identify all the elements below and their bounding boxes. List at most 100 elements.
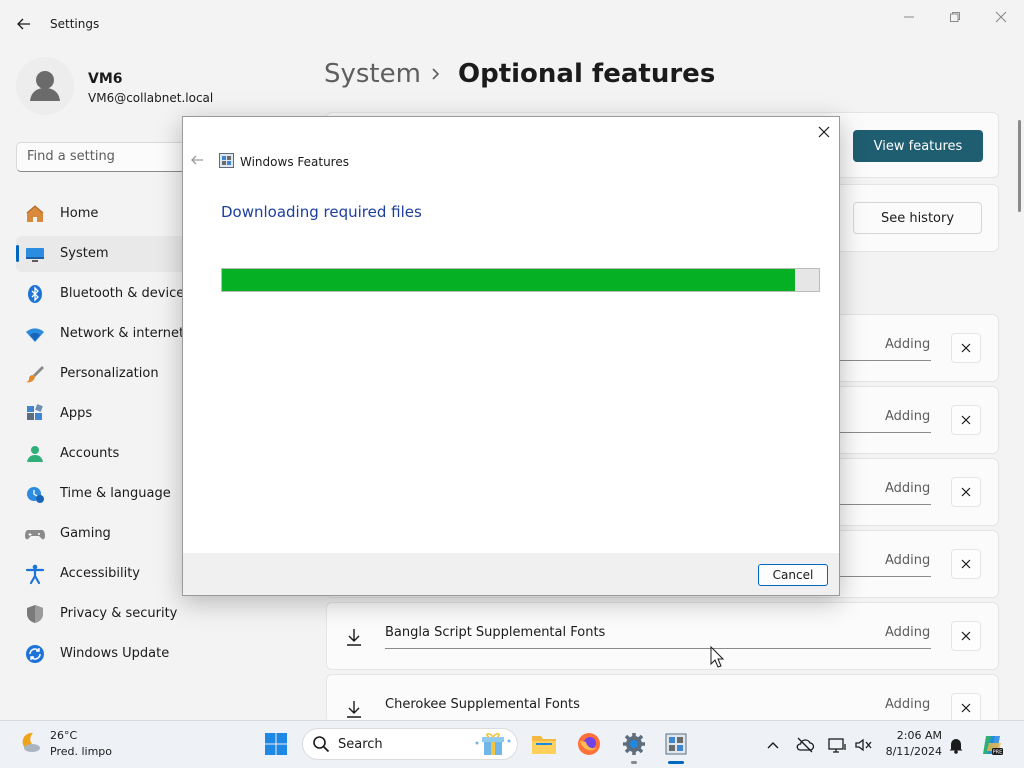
download-icon (347, 629, 361, 646)
restore-icon (950, 12, 960, 22)
brush-icon (26, 366, 44, 383)
close-icon (961, 703, 971, 713)
sidebar-label-time-language: Time & language (60, 486, 171, 501)
volume-muted-icon[interactable] (853, 735, 873, 755)
row-status: Adding (885, 697, 931, 712)
user-icon (30, 71, 60, 101)
row-feature-name: Bangla Script Supplemental Fonts (385, 625, 606, 640)
avatar (16, 57, 74, 115)
folder-icon (532, 736, 556, 754)
row-status: Adding (885, 409, 931, 424)
sidebar-label-windows-update: Windows Update (60, 646, 170, 661)
close-icon (995, 11, 1007, 23)
copilot-icon[interactable]: PRE (980, 733, 1004, 757)
dialog-footer (183, 553, 839, 595)
start-button[interactable] (262, 730, 290, 758)
row-progress-line (838, 432, 931, 433)
gift-icon (475, 733, 511, 755)
weather-moon-icon[interactable] (17, 729, 43, 755)
gear-icon (623, 733, 645, 755)
scrollbar-thumb[interactable] (1018, 120, 1021, 212)
clock-date[interactable]: 8/11/2024 (884, 745, 942, 758)
user-email: VM6@collabnet.local (88, 91, 214, 105)
bell-icon[interactable] (946, 735, 966, 755)
chevron-right-icon (432, 68, 440, 80)
dialog-close-button[interactable] (812, 120, 836, 144)
see-history-button[interactable]: See history (853, 202, 982, 234)
taskbar-file-explorer[interactable] (530, 730, 558, 758)
row-status: Adding (885, 553, 931, 568)
clock-time[interactable]: 2:06 AM (884, 729, 942, 742)
search-icon (313, 736, 330, 753)
row-cancel-button[interactable] (951, 549, 981, 579)
view-features-button[interactable]: View features (853, 130, 983, 162)
system-icon (26, 248, 44, 262)
close-window-button[interactable] (981, 6, 1021, 28)
page-title: Optional features (458, 59, 716, 89)
network-display-icon[interactable] (827, 735, 847, 755)
shield-icon (27, 605, 43, 623)
user-name: VM6 (88, 71, 123, 87)
bluetooth-icon (28, 285, 42, 303)
row-progress-line (838, 504, 931, 505)
windows-features-app-icon (665, 733, 687, 755)
wifi-icon (26, 328, 44, 342)
sidebar-label-gaming: Gaming (60, 526, 111, 541)
search-placeholder: Find a setting (27, 149, 115, 164)
taskbar-active-indicator (668, 761, 684, 764)
taskbar-running-indicator (631, 761, 637, 764)
windows-features-dialog (182, 116, 840, 596)
taskbar-settings[interactable] (620, 730, 648, 758)
sidebar-label-personalization: Personalization (60, 366, 159, 381)
title-bar (0, 0, 1024, 48)
row-progress-line (838, 360, 931, 361)
row-cancel-button[interactable] (951, 621, 981, 651)
maximize-button[interactable] (935, 6, 975, 28)
sidebar-label-accessibility: Accessibility (60, 566, 140, 581)
accessibility-icon (25, 564, 45, 585)
home-icon (26, 205, 44, 222)
windows-features-app-icon (219, 153, 234, 168)
close-icon (961, 559, 971, 569)
close-icon (961, 415, 971, 425)
taskbar-firefox[interactable] (575, 730, 603, 758)
breadcrumb-parent[interactable]: System (324, 59, 421, 89)
row-feature-name: Cherokee Supplemental Fonts (385, 697, 580, 712)
row-status: Adding (885, 625, 931, 640)
dialog-title: Windows Features (240, 155, 349, 169)
windows-update-icon (26, 645, 44, 663)
row-cancel-button[interactable] (951, 333, 981, 363)
close-icon (961, 631, 971, 641)
app-title: Settings (50, 17, 100, 31)
dialog-cancel-button[interactable]: Cancel (758, 564, 828, 586)
back-button[interactable] (12, 12, 36, 36)
arrow-left-icon (17, 18, 30, 30)
gamepad-icon (25, 530, 45, 540)
sidebar-label-home: Home (60, 206, 99, 221)
taskbar-windows-features[interactable] (662, 730, 690, 758)
row-cancel-button[interactable] (951, 405, 981, 435)
apps-icon (27, 404, 43, 420)
arrow-left-icon (191, 155, 203, 165)
sidebar-label-network: Network & internet (60, 326, 185, 341)
row-cancel-button[interactable] (951, 693, 981, 723)
sidebar-label-bluetooth: Bluetooth & devices (60, 286, 191, 301)
row-progress-line (385, 648, 931, 649)
sidebar-label-accounts: Accounts (60, 446, 120, 461)
download-icon (347, 701, 361, 718)
row-progress-line (838, 576, 931, 577)
mouse-cursor-icon (710, 646, 724, 668)
cloud-offline-icon[interactable] (795, 735, 815, 755)
chevron-up-icon[interactable] (763, 735, 783, 755)
dialog-heading: Downloading required files (221, 203, 422, 221)
minimize-icon (904, 16, 914, 18)
sidebar-label-apps: Apps (60, 406, 93, 421)
progress-fill (222, 269, 796, 291)
minimize-button[interactable] (889, 6, 929, 28)
download-progress-bar (221, 268, 820, 292)
windows-logo-icon (265, 733, 287, 755)
weather-temperature: 26°C (50, 729, 78, 742)
row-cancel-button[interactable] (951, 477, 981, 507)
sidebar-label-system: System (60, 246, 109, 261)
row-status: Adding (885, 481, 931, 496)
